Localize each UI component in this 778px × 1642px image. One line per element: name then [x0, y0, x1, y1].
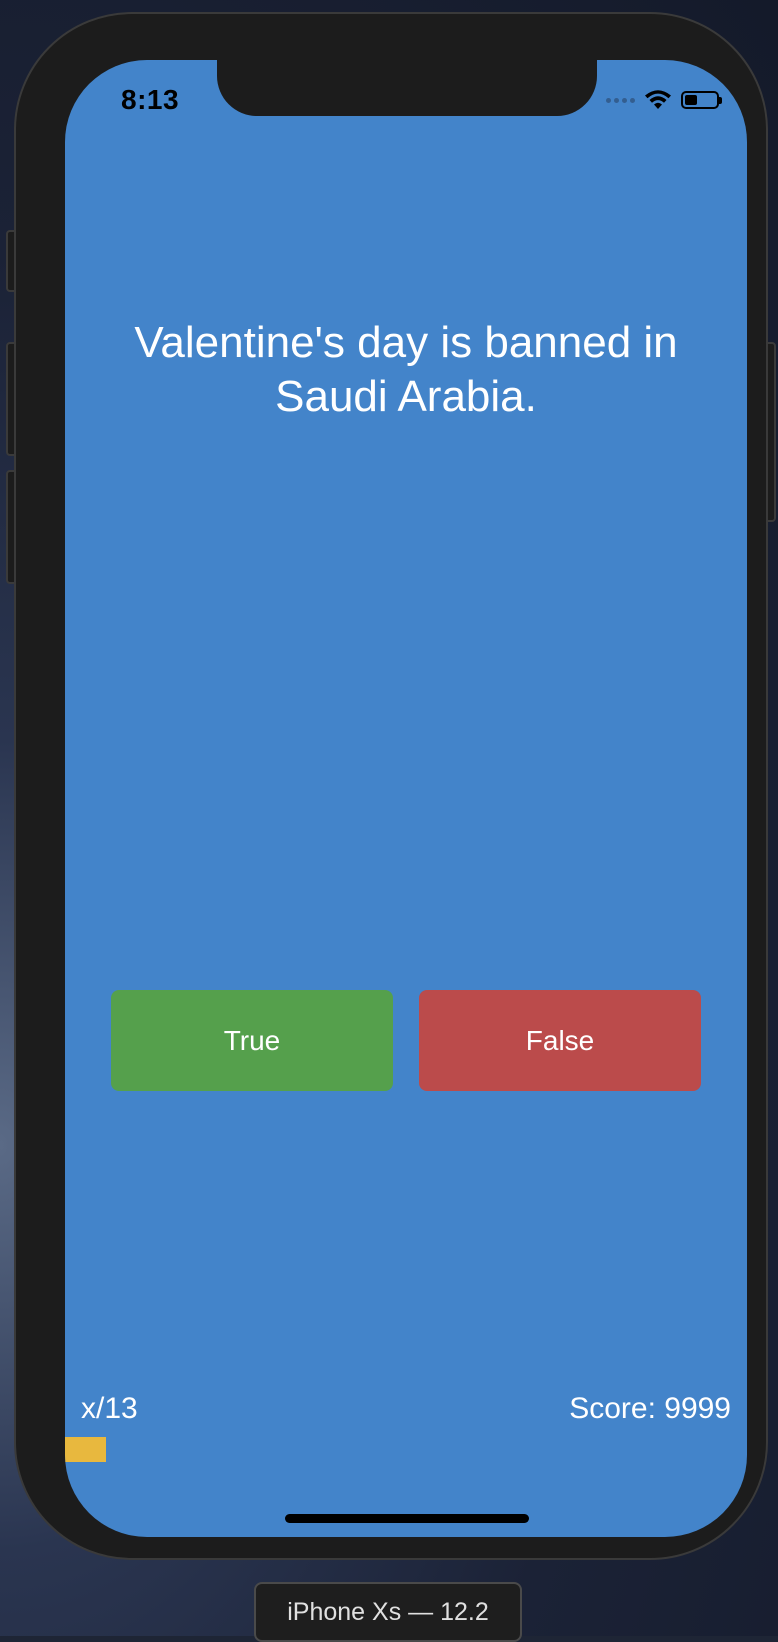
question-progress-label: x/13 [81, 1392, 138, 1425]
progress-bar-fill [65, 1437, 106, 1462]
true-button[interactable]: True [111, 990, 393, 1091]
cellular-signal-icon [606, 97, 635, 103]
progress-bar [65, 1437, 747, 1462]
home-indicator[interactable] [285, 1514, 529, 1523]
status-time: 8:13 [121, 84, 180, 115]
desktop-background: 8:13 Valentine's day is banned in Saudi … [0, 0, 778, 1642]
simulator-device-label: iPhone Xs — 12.2 [254, 1582, 522, 1642]
app-screen: 8:13 Valentine's day is banned in Saudi … [65, 60, 747, 1537]
phone-frame: 8:13 Valentine's day is banned in Saudi … [14, 12, 768, 1560]
false-button[interactable]: False [419, 990, 701, 1091]
score-label: Score: 9999 [569, 1392, 731, 1425]
notch [217, 60, 597, 116]
status-indicators [606, 90, 722, 110]
battery-icon [681, 91, 722, 109]
wifi-icon [645, 90, 671, 109]
question-text: Valentine's day is banned in Saudi Arabi… [134, 318, 678, 421]
